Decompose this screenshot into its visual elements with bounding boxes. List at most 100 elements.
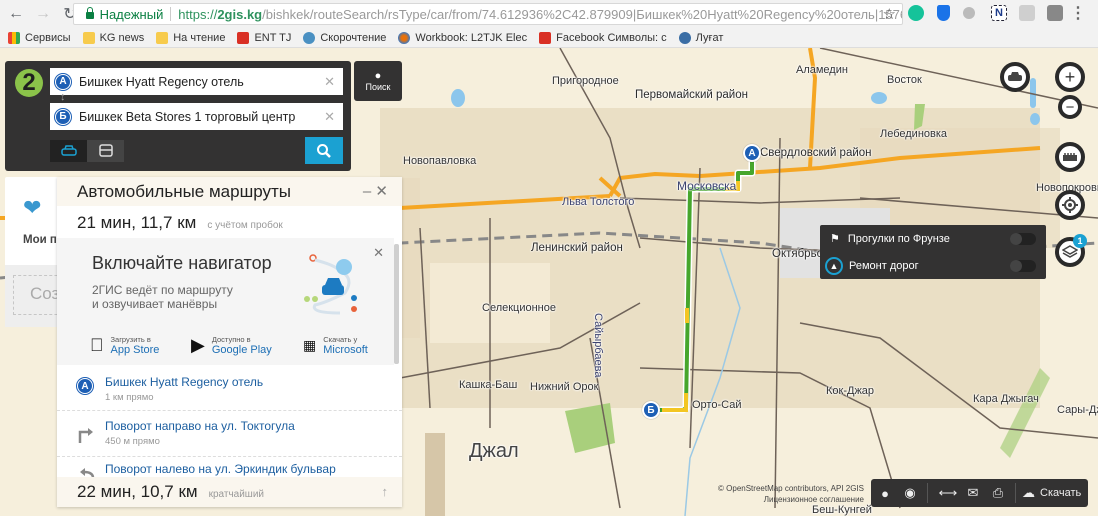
route-time-distance: 21 мин, 11,7 км (77, 213, 197, 232)
swap-points-icon[interactable]: ↕ (60, 91, 66, 103)
point-b-input[interactable]: Бишкек Beta Stores 1 торговый центр (79, 110, 295, 124)
notes-extension-icon[interactable]: N (991, 5, 1007, 21)
map-label-oktyabrsky: Октябрьс (772, 248, 823, 260)
reader-extension-icon[interactable] (1019, 5, 1035, 21)
layer-item[interactable]: ▲ Ремонт дорог (820, 252, 1046, 279)
arrow-up-icon[interactable]: ↑ (382, 484, 389, 499)
folder-icon (82, 31, 95, 44)
step-title: Поворот направо на ул. Токтогула (105, 419, 295, 433)
download-label: Скачать (1040, 487, 1082, 499)
point-a-input[interactable]: Бишкек Hyatt Regency отель (79, 75, 244, 89)
tableau-favicon-icon (398, 31, 411, 44)
walk-tour-icon: ⚑ (830, 233, 840, 245)
point-b-field[interactable]: Б Бишкек Beta Stores 1 торговый центр ✕ (50, 103, 343, 130)
bookmark-item[interactable]: Workbook: L2TJK Elec (398, 31, 527, 44)
clear-point-a-icon[interactable]: ✕ (324, 74, 335, 90)
square-extension-icon[interactable] (1047, 5, 1063, 21)
bookmark-item[interactable]: На чтение (156, 31, 226, 44)
more-menu-icon[interactable]: ⋮ (1070, 3, 1086, 23)
promo-text: 2ГИС ведёт по маршруту и озвучивает манё… (92, 283, 282, 311)
alternative-route[interactable]: 22 мин, 10,7 км кратчайший ↑ (57, 477, 402, 507)
promo-text-line: 2ГИС ведёт по маршруту (92, 283, 233, 297)
heart-icon: ❤ (23, 195, 42, 220)
promo-close-icon[interactable]: ✕ (373, 245, 384, 261)
shield-extension-icon[interactable] (937, 5, 950, 21)
clear-point-b-icon[interactable]: ✕ (324, 109, 335, 125)
bookmark-star-icon[interactable]: ☆ (883, 5, 896, 23)
store-name: Microsoft (323, 344, 368, 356)
primary-route-summary[interactable]: 21 мин, 11,7 км с учётом пробок (57, 206, 402, 238)
traffic-button[interactable] (1000, 62, 1030, 92)
map-label-kok-jar: Кок-Джар (826, 385, 875, 397)
license-link[interactable]: Лицензионное соглашение (700, 494, 864, 505)
translate-extension-icon[interactable] (963, 7, 975, 19)
store-caption: Загрузить в (97, 335, 151, 344)
locate-me-button[interactable] (1055, 190, 1085, 220)
print-icon[interactable]: ⎙ (987, 482, 1009, 504)
poisk-button[interactable]: ● Поиск (354, 61, 402, 101)
microsoft-store-link[interactable]: ▦ Скачать у Microsoft (303, 335, 368, 356)
promo-scrollbar[interactable] (394, 244, 399, 364)
bookmark-item[interactable]: Скорочтение (303, 31, 386, 44)
apps-grid-icon (8, 31, 20, 44)
feedback-icon[interactable]: ◉ (899, 482, 921, 504)
close-icon[interactable]: ✕ (375, 183, 388, 200)
start-badge: А (77, 378, 93, 394)
map-label-sary-jon: Сары-Джо (1057, 404, 1098, 416)
store-text: Загрузить в App Store (111, 335, 160, 356)
route-step[interactable]: А Бишкек Hyatt Regency отель 1 км прямо (57, 367, 402, 411)
map-copyright: © OpenStreetMap contributors, API 2GIS Л… (700, 483, 864, 505)
zoom-out-button[interactable]: − (1058, 95, 1082, 119)
traffic-car-icon (1008, 72, 1022, 81)
bookmark-item[interactable]: Сервисы (8, 31, 71, 44)
security-label: Надежный (99, 6, 164, 22)
layer-toggle[interactable] (1010, 232, 1036, 245)
route-note: с учётом пробок (207, 220, 283, 231)
ruler-button[interactable] (1055, 142, 1085, 172)
point-a-field[interactable]: А Бишкек Hyatt Regency отель ✕ (50, 68, 343, 95)
apple-icon:  (90, 335, 104, 356)
user-icon[interactable]: ● (874, 482, 896, 504)
email-icon[interactable]: ✉ (962, 482, 984, 504)
map-label-alamedin: Аламедин (796, 64, 848, 76)
layer-item[interactable]: ⚑ Прогулки по Фрунзе (820, 225, 1046, 252)
grammarly-extension-icon[interactable] (908, 5, 924, 21)
bookmark-item[interactable]: KG news (82, 31, 144, 44)
folder-icon (156, 31, 169, 44)
alt-route-time-distance: 22 мин, 10,7 км (77, 482, 198, 501)
promo-text-line: и озвучивает манёвры (92, 297, 218, 311)
store-name: Google Play (211, 344, 272, 356)
globe-favicon-icon (678, 31, 691, 44)
zoom-in-button[interactable]: + (1055, 62, 1085, 92)
address-bar[interactable]: Надежный https://2gis.kg/bishkek/routeSe… (73, 3, 903, 25)
bookmark-label: На чтение (173, 31, 226, 44)
copyright-text[interactable]: © OpenStreetMap contributors, API 2GIS (700, 483, 864, 494)
google-play-link[interactable]: ▶ Доступно в Google Play (191, 335, 272, 356)
route-pin-b[interactable]: Б (642, 401, 660, 419)
app-store-link[interactable]:  Загрузить вApp Store (90, 335, 159, 356)
route-pin-a[interactable]: А (743, 144, 761, 162)
windows-icon: ▦ (303, 337, 317, 353)
map-label-besh-kungei: Беш-Кунгей (812, 504, 872, 516)
minimize-icon[interactable]: – (363, 183, 371, 200)
bookmark-item[interactable]: ENT TJ (237, 31, 291, 44)
forward-button[interactable]: → (32, 3, 54, 25)
back-button[interactable]: ← (5, 3, 27, 25)
cloud-download-icon: ☁ (1022, 485, 1035, 500)
globe-favicon-icon (303, 31, 316, 44)
bus-mode-tab[interactable] (87, 140, 124, 162)
layer-label: Прогулки по Фрунзе (847, 232, 950, 245)
2gis-logo[interactable]: 2 (15, 69, 43, 97)
bookmark-item[interactable]: Луғат (678, 31, 723, 44)
route-step[interactable]: Поворот направо на ул. Токтогула 450 м п… (57, 411, 402, 457)
download-button[interactable]: ☁ Скачать (1022, 485, 1081, 501)
bookmark-item[interactable]: Facebook Символы: с (539, 31, 667, 44)
route-search-button[interactable] (305, 137, 343, 164)
lock-icon (86, 7, 94, 19)
divider (170, 7, 172, 21)
share-icon[interactable]: ⟷ (937, 482, 959, 504)
store-name: App Store (97, 344, 160, 356)
divider (1015, 483, 1016, 503)
car-mode-tab[interactable] (50, 140, 87, 162)
layer-toggle[interactable] (1010, 259, 1036, 272)
